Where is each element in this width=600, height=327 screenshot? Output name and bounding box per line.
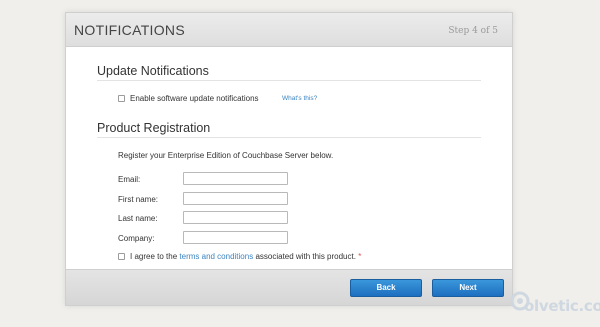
- update-notifications-heading: Update Notifications: [97, 64, 209, 78]
- required-marker: *: [358, 252, 362, 261]
- watermark-text: olvetic.com: [524, 297, 600, 315]
- page-title: NOTIFICATIONS: [74, 22, 185, 38]
- dialog-header: NOTIFICATIONS Step 4 of 5: [66, 13, 512, 47]
- email-field[interactable]: [183, 172, 288, 185]
- watermark: olvetic.com: [510, 289, 600, 325]
- agree-terms-label: I agree to the terms and conditions asso…: [130, 252, 361, 261]
- section-divider: [97, 80, 481, 81]
- enable-update-notifications-checkbox[interactable]: [118, 95, 125, 102]
- email-label: Email:: [118, 175, 141, 184]
- next-button[interactable]: Next: [432, 279, 504, 297]
- back-button[interactable]: Back: [350, 279, 422, 297]
- step-indicator: Step 4 of 5: [448, 26, 498, 36]
- first-name-label: First name:: [118, 195, 159, 204]
- registration-intro-text: Register your Enterprise Edition of Couc…: [118, 151, 334, 160]
- whats-this-link[interactable]: What's this?: [282, 95, 317, 102]
- agree-terms-checkbox[interactable]: [118, 253, 125, 260]
- dialog-footer: Back Next: [66, 269, 512, 305]
- company-field[interactable]: [183, 231, 288, 244]
- first-name-field[interactable]: [183, 192, 288, 205]
- enable-update-notifications-label: Enable software update notifications: [130, 94, 259, 103]
- company-label: Company:: [118, 234, 155, 243]
- last-name-label: Last name:: [118, 214, 158, 223]
- last-name-field[interactable]: [183, 211, 288, 224]
- setup-wizard-dialog: NOTIFICATIONS Step 4 of 5 Update Notific…: [65, 12, 513, 306]
- agree-terms-prefix: I agree to the: [130, 252, 178, 261]
- product-registration-heading: Product Registration: [97, 121, 211, 135]
- section-divider: [97, 137, 481, 138]
- terms-and-conditions-link[interactable]: terms and conditions: [179, 252, 253, 261]
- agree-terms-suffix: associated with this product.: [255, 252, 356, 261]
